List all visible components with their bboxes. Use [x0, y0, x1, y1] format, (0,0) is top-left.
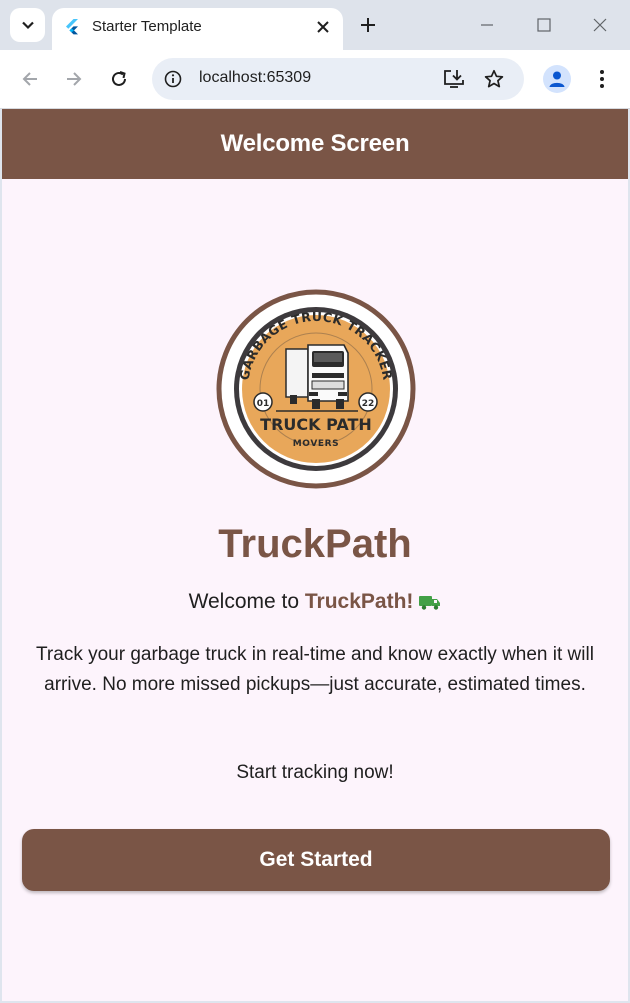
maximize-button[interactable]: [530, 12, 558, 38]
welcome-brand: TruckPath!: [304, 590, 414, 613]
logo-main-text: TRUCK PATH: [260, 415, 372, 434]
browser-tab-strip: Starter Template: [0, 0, 630, 50]
reload-button[interactable]: [107, 67, 131, 91]
app-viewport: Welcome Screen GARBAGE TRUCK TRACKER 01 …: [2, 109, 628, 1001]
arrow-left-icon: [22, 72, 37, 86]
app-logo: GARBAGE TRUCK TRACKER 01 22 TRUCK PATH M…: [216, 289, 416, 489]
description-text: Track your garbage truck in real-time an…: [36, 644, 594, 695]
get-started-button[interactable]: Get Started: [22, 829, 610, 891]
profile-button[interactable]: [543, 65, 571, 93]
bookmark-button[interactable]: [482, 68, 506, 90]
minimize-icon: [481, 24, 493, 26]
logo-sub-text: MOVERS: [293, 439, 340, 449]
new-tab-button[interactable]: [356, 13, 380, 37]
cta-text: Start tracking now!: [236, 762, 394, 783]
app-name-heading: TruckPath: [218, 522, 412, 566]
address-bar[interactable]: localhost:65309: [152, 58, 524, 100]
logo-emblem: GARBAGE TRUCK TRACKER 01 22 TRUCK PATH M…: [216, 289, 416, 489]
welcome-text: Welcome to TruckPath!: [2, 590, 628, 614]
install-app-button[interactable]: [442, 68, 466, 90]
back-button[interactable]: [18, 67, 42, 91]
reload-icon: [112, 71, 126, 86]
close-icon: [317, 21, 329, 33]
tab-title: Starter Template: [92, 18, 202, 35]
flutter-icon: [66, 19, 78, 35]
tab-close-button[interactable]: [313, 17, 333, 37]
browser-tab[interactable]: Starter Template: [52, 8, 343, 50]
maximize-icon: [537, 18, 551, 32]
forward-button[interactable]: [62, 67, 86, 91]
close-window-icon: [593, 18, 607, 32]
star-icon: [484, 69, 504, 88]
chevron-down-icon: [21, 21, 34, 30]
welcome-prefix: Welcome to: [188, 590, 305, 613]
delivery-truck-icon: [419, 596, 441, 610]
info-icon: [164, 70, 182, 88]
install-icon: [444, 70, 464, 88]
tab-search-button[interactable]: [10, 8, 45, 42]
arrow-right-icon: [67, 72, 82, 86]
appbar-title: Welcome Screen: [220, 130, 410, 157]
minimize-button[interactable]: [473, 12, 501, 38]
url-text: localhost:65309: [199, 69, 312, 86]
more-vert-icon: [600, 70, 604, 88]
logo-right-badge: 22: [362, 399, 375, 409]
logo-left-badge: 01: [257, 399, 270, 409]
site-info-button[interactable]: [162, 68, 184, 90]
close-window-button[interactable]: [586, 12, 614, 38]
plus-icon: [361, 18, 375, 32]
app-bar: Welcome Screen: [2, 109, 628, 179]
browser-menu-button[interactable]: [590, 67, 614, 91]
browser-toolbar: localhost:65309: [0, 50, 630, 109]
avatar-icon: [549, 71, 565, 87]
